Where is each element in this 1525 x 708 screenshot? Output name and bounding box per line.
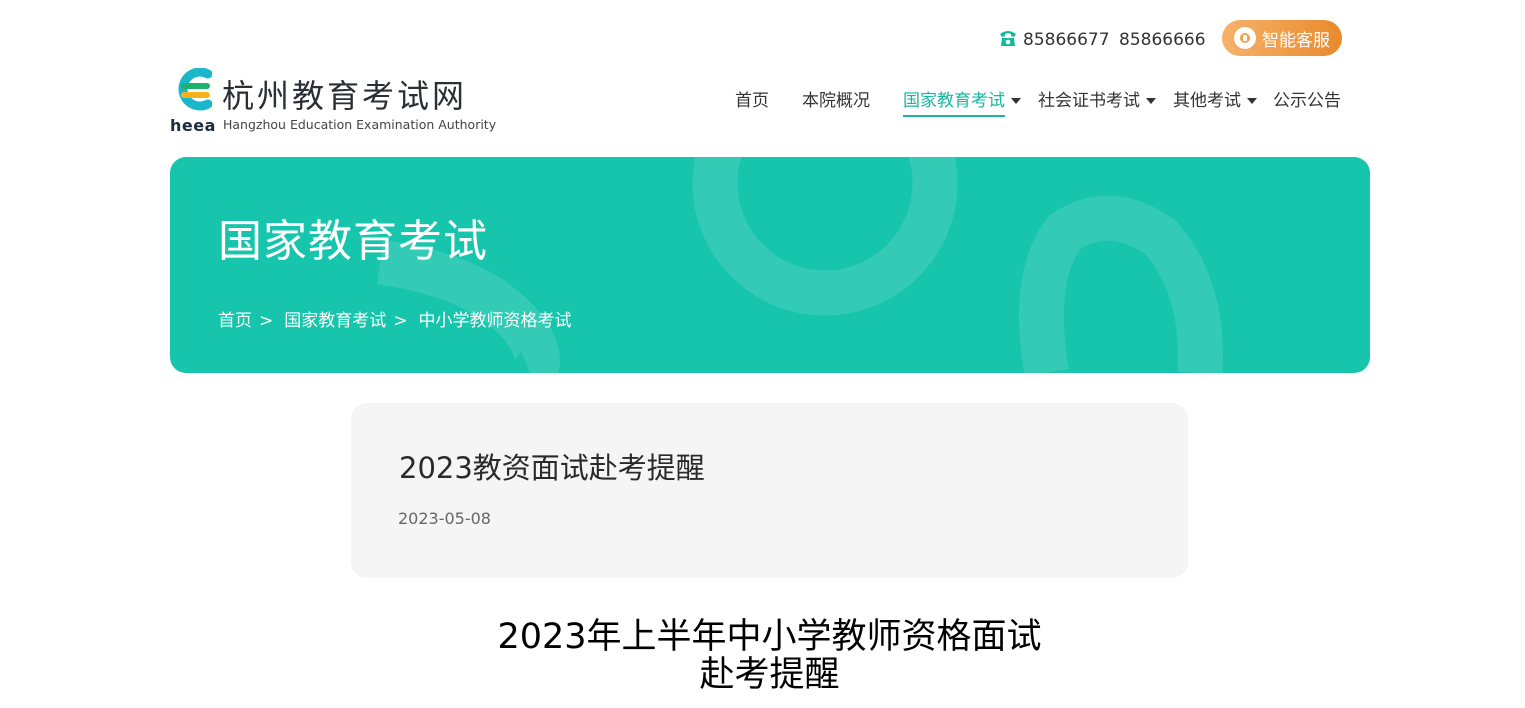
breadcrumb-home[interactable]: 首页 xyxy=(218,311,252,331)
robot-icon xyxy=(1234,27,1256,49)
section-banner: 国家教育考试 首页 > 国家教育考试 > 中小学教师资格考试 xyxy=(170,157,1370,373)
nav-item-announcements[interactable]: 公示公告 xyxy=(1273,88,1341,114)
nav-item-other-exams[interactable]: 其他考试 xyxy=(1173,88,1241,114)
chevron-down-icon[interactable] xyxy=(1247,98,1257,104)
main-nav: 首页 本院概况 国家教育考试 社会证书考试 其他考试 公示公告 xyxy=(0,88,1525,122)
smart-service-label: 智能客服 xyxy=(1262,30,1330,51)
hotline-number-1: 85866677 xyxy=(1023,30,1110,50)
breadcrumb-teacher-qualification[interactable]: 中小学教师资格考试 xyxy=(419,311,572,331)
phone-icon xyxy=(1000,31,1016,46)
nav-item-national-exams[interactable]: 国家教育考试 xyxy=(903,88,1005,117)
nav-item-certificate-exams[interactable]: 社会证书考试 xyxy=(1038,88,1140,114)
article-heading: 2023年上半年中小学教师资格面试 赴考提醒 xyxy=(351,618,1188,694)
breadcrumb-separator: > xyxy=(393,311,408,331)
section-title: 国家教育考试 xyxy=(218,216,488,267)
breadcrumb-national-exams[interactable]: 国家教育考试 xyxy=(284,311,386,331)
nav-item-about[interactable]: 本院概况 xyxy=(802,88,870,114)
article-title: 2023教资面试赴考提醒 xyxy=(399,451,705,485)
chevron-down-icon[interactable] xyxy=(1011,98,1021,104)
chevron-down-icon[interactable] xyxy=(1146,98,1156,104)
breadcrumb: 首页 > 国家教育考试 > 中小学教师资格考试 xyxy=(218,309,572,333)
top-bar: 85866677 85866666 智能客服 xyxy=(0,18,1525,58)
article-date: 2023-05-08 xyxy=(398,509,491,528)
breadcrumb-separator: > xyxy=(259,311,274,331)
article-heading-line: 赴考提醒 xyxy=(699,655,840,695)
article-header-card: 2023教资面试赴考提醒 2023-05-08 xyxy=(351,403,1188,578)
hotline-number-2: 85866666 xyxy=(1119,30,1206,50)
smart-service-button[interactable]: 智能客服 xyxy=(1222,20,1342,56)
nav-item-home[interactable]: 首页 xyxy=(735,88,769,114)
article-heading-line: 2023年上半年中小学教师资格面试 xyxy=(497,617,1042,657)
